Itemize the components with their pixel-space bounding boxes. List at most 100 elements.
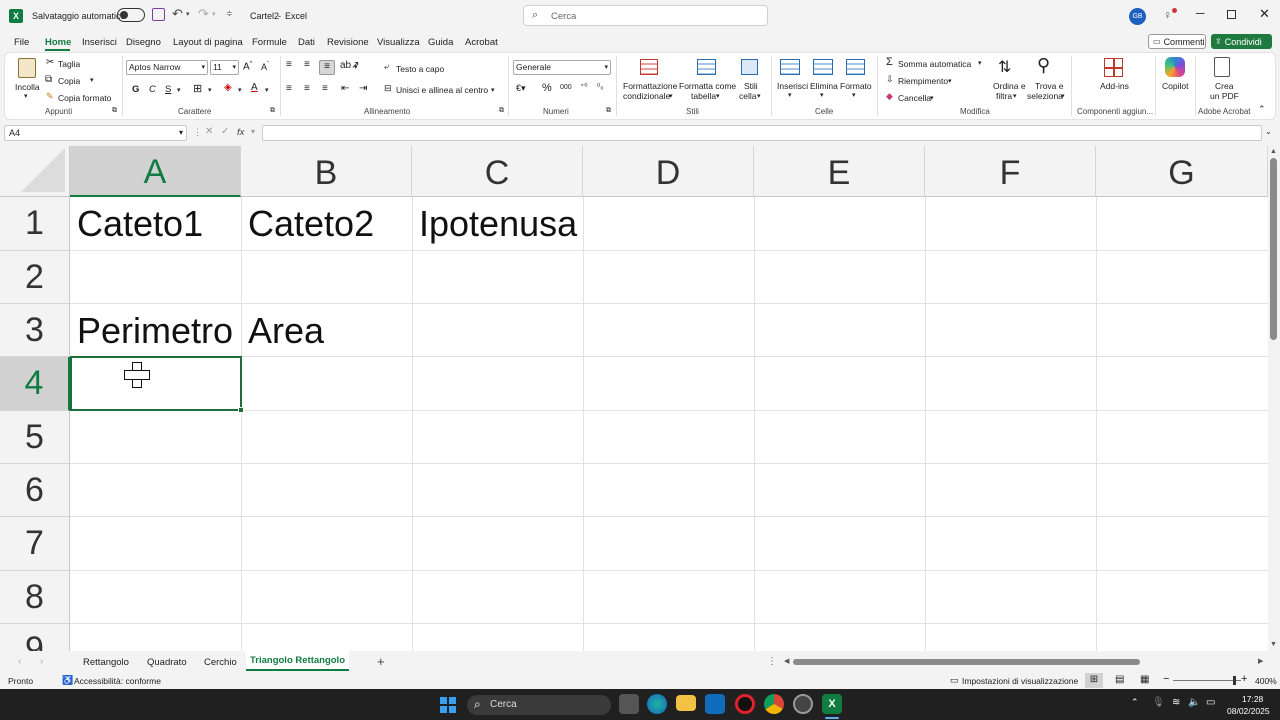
chevron-down-icon[interactable]: ▾ bbox=[978, 59, 982, 67]
menu-guida[interactable]: Guida bbox=[428, 37, 453, 48]
comments-button[interactable]: ▭ Commenti bbox=[1148, 34, 1206, 49]
microphone-icon[interactable]: 🎙 bbox=[1152, 697, 1165, 708]
file-explorer-icon[interactable] bbox=[676, 695, 696, 711]
addins-button[interactable]: Add-ins bbox=[1100, 81, 1129, 91]
share-button[interactable]: ⇪ Condividi bbox=[1211, 34, 1272, 49]
menu-formule[interactable]: Formule bbox=[252, 37, 287, 48]
sheet-tab-rettangolo[interactable]: Rettangolo bbox=[83, 657, 129, 668]
decrease-indent-icon[interactable]: ⇤ bbox=[341, 83, 349, 94]
outlook-icon[interactable] bbox=[705, 694, 725, 714]
column-header-D[interactable]: D bbox=[583, 146, 754, 197]
sort-filter-label-2[interactable]: filtra bbox=[996, 91, 1012, 101]
column-header-C[interactable]: C bbox=[412, 146, 583, 197]
taskbar-date[interactable]: 08/02/2025 bbox=[1227, 706, 1270, 716]
zoom-out-icon[interactable]: − bbox=[1163, 673, 1169, 685]
italic-button[interactable]: C bbox=[149, 84, 156, 95]
menu-visualizza[interactable]: Visualizza bbox=[377, 37, 420, 48]
page-break-view-icon[interactable]: ▦ bbox=[1140, 674, 1149, 685]
merge-center-button[interactable]: Unisci e allinea al centro bbox=[396, 85, 488, 95]
row-header-6[interactable]: 6 bbox=[0, 464, 70, 517]
chevron-down-icon[interactable]: ▾ bbox=[212, 10, 216, 18]
sheet-tab-active[interactable]: Triangolo Rettangolo bbox=[246, 651, 349, 671]
clear-button[interactable]: Cancella bbox=[898, 93, 931, 103]
chevron-down-icon[interactable]: ▾ bbox=[265, 86, 269, 94]
create-pdf-label-2[interactable]: un PDF bbox=[1210, 91, 1239, 101]
chevron-down-icon[interactable]: ▾ bbox=[669, 92, 673, 100]
cell-styles-label-1[interactable]: Stili bbox=[744, 81, 758, 91]
name-box[interactable]: A4 ▾ bbox=[4, 125, 187, 141]
format-table-label-1[interactable]: Formatta come bbox=[679, 81, 736, 91]
conditional-format-label-1[interactable]: Formattazione bbox=[623, 81, 677, 91]
select-all-corner[interactable] bbox=[0, 146, 70, 197]
format-table-icon[interactable] bbox=[697, 59, 716, 75]
chevron-down-icon[interactable]: ▾ bbox=[251, 127, 255, 136]
column-header-B[interactable]: B bbox=[241, 146, 412, 197]
sort-filter-label-1[interactable]: Ordina e bbox=[993, 81, 1026, 91]
chrome-icon[interactable] bbox=[764, 694, 784, 714]
chevron-down-icon[interactable]: ▾ bbox=[354, 63, 358, 71]
menu-revisione[interactable]: Revisione bbox=[327, 37, 369, 48]
paste-button[interactable]: Incolla bbox=[15, 82, 40, 92]
chevron-down-icon[interactable]: ▾ bbox=[491, 86, 495, 94]
more-options-icon[interactable]: ⋮ bbox=[193, 127, 202, 138]
vertical-scroll-thumb[interactable] bbox=[1270, 158, 1277, 340]
format-cells-button[interactable]: Formato bbox=[840, 81, 872, 91]
align-center-icon[interactable]: ≡ bbox=[304, 83, 310, 94]
paste-icon[interactable] bbox=[18, 58, 36, 78]
comma-style-icon[interactable]: 000 bbox=[560, 84, 572, 91]
find-select-icon[interactable]: ⚲ bbox=[1037, 55, 1050, 76]
accounting-format-icon[interactable]: €▾ bbox=[516, 83, 526, 94]
sort-filter-icon[interactable]: ⇅ bbox=[998, 57, 1011, 77]
chevron-down-icon[interactable]: ▾ bbox=[177, 86, 181, 94]
underline-button[interactable]: S bbox=[165, 84, 171, 95]
align-bottom-button[interactable]: ≡ bbox=[319, 60, 335, 75]
accessibility-status[interactable]: Accessibilità: conforme bbox=[74, 676, 161, 686]
chevron-down-icon[interactable]: ▾ bbox=[186, 10, 190, 18]
align-top-icon[interactable]: ≡ bbox=[286, 59, 292, 70]
add-sheet-icon[interactable]: + bbox=[377, 654, 385, 669]
column-header-F[interactable]: F bbox=[925, 146, 1096, 197]
page-layout-view-icon[interactable]: ▤ bbox=[1115, 674, 1124, 685]
row-header-8[interactable]: 8 bbox=[0, 571, 70, 624]
dialog-launcher-icon[interactable]: ⧉ bbox=[270, 107, 275, 115]
insert-function-button[interactable]: fx bbox=[237, 127, 244, 138]
dialog-launcher-icon[interactable]: ⧉ bbox=[499, 107, 504, 115]
column-header-E[interactable]: E bbox=[754, 146, 925, 197]
avatar[interactable]: GB bbox=[1129, 8, 1146, 25]
row-header-5[interactable]: 5 bbox=[0, 411, 70, 464]
cell-C1[interactable]: Ipotenusa bbox=[412, 197, 583, 251]
row-header-2[interactable]: 2 bbox=[0, 251, 70, 304]
zoom-slider[interactable] bbox=[1173, 680, 1241, 681]
menu-home[interactable]: Home bbox=[45, 37, 71, 48]
autosave-toggle[interactable] bbox=[117, 8, 145, 22]
opera-icon[interactable] bbox=[735, 694, 755, 714]
increase-decimal-icon[interactable]: ⁺⁰ bbox=[580, 82, 587, 91]
taskbar-time[interactable]: 17:28 bbox=[1242, 694, 1263, 704]
find-select-label-1[interactable]: Trova e bbox=[1035, 81, 1064, 91]
scroll-down-icon[interactable]: ▼ bbox=[1270, 641, 1277, 648]
menu-acrobat[interactable]: Acrobat bbox=[465, 37, 498, 48]
row-header-4[interactable]: 4 bbox=[0, 357, 70, 411]
format-painter-button[interactable]: Copia formato bbox=[58, 93, 111, 103]
create-pdf-icon[interactable] bbox=[1214, 57, 1230, 77]
fill-button[interactable]: Riempimento bbox=[898, 76, 948, 86]
row-header-1[interactable]: 1 bbox=[0, 197, 70, 251]
font-name-select[interactable]: Aptos Narrow ▾ bbox=[126, 60, 208, 75]
zoom-slider-thumb[interactable] bbox=[1233, 676, 1236, 685]
menu-dati[interactable]: Dati bbox=[298, 37, 315, 48]
sheet-tab-cerchio[interactable]: Cerchio bbox=[204, 657, 237, 668]
enter-icon[interactable]: ✓ bbox=[221, 126, 229, 137]
scroll-up-icon[interactable]: ▲ bbox=[1270, 148, 1277, 155]
chevron-down-icon[interactable]: ▾ bbox=[820, 91, 824, 99]
increase-font-icon[interactable]: A^ bbox=[243, 61, 253, 72]
align-right-icon[interactable]: ≡ bbox=[322, 83, 328, 94]
cut-button[interactable]: Taglia bbox=[58, 59, 80, 69]
fill-handle[interactable] bbox=[238, 407, 244, 413]
normal-view-icon[interactable]: ⊞ bbox=[1085, 673, 1103, 688]
formula-input[interactable] bbox=[262, 125, 1262, 141]
percent-icon[interactable]: % bbox=[542, 82, 552, 94]
zoom-level[interactable]: 400% bbox=[1255, 676, 1277, 686]
expand-formula-icon[interactable]: ⌄ bbox=[1265, 127, 1272, 136]
sheet-tab-quadrato[interactable]: Quadrato bbox=[147, 657, 187, 668]
find-select-label-2[interactable]: seleziona bbox=[1027, 91, 1063, 101]
